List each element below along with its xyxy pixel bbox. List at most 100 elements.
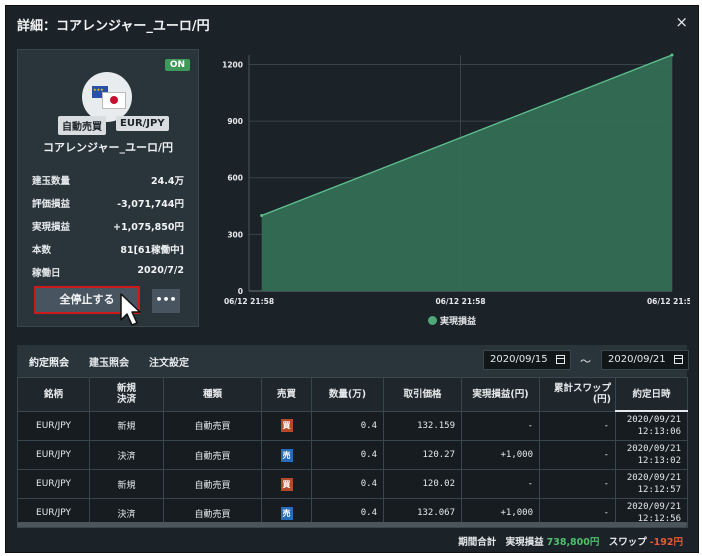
exec-time: 12:13:06 bbox=[637, 427, 681, 437]
cell-realized-pl: +1,000 bbox=[461, 440, 540, 470]
tab-bar: 約定照会 建玉照会 注文設定 2020/09/15 ～ 2020/09/21 bbox=[17, 345, 689, 377]
swap-total-value: -192円 bbox=[649, 537, 683, 548]
info-label: 評価損益 bbox=[32, 199, 71, 210]
auto-trade-tag: 自動売買 bbox=[58, 116, 106, 135]
y-tick-label: 1200 bbox=[222, 60, 243, 69]
cell-type: 自動売買 bbox=[163, 410, 262, 441]
cell-quantity: 0.4 bbox=[311, 469, 384, 499]
strategy-name: コアレンジャー_ユーロ/円 bbox=[43, 141, 173, 154]
cell-datetime: 2020/09/21 12:13:06 bbox=[615, 410, 688, 441]
y-tick-label: 300 bbox=[227, 230, 243, 239]
side-badge: 買 bbox=[280, 419, 293, 433]
cell-type: 自動売買 bbox=[163, 440, 262, 470]
close-icon[interactable]: × bbox=[675, 13, 688, 31]
info-value: 24.4万 bbox=[151, 176, 184, 187]
cell-open-close: 決済 bbox=[89, 440, 164, 470]
exec-time: 12:13:02 bbox=[637, 456, 681, 466]
calendar-icon[interactable] bbox=[674, 355, 683, 364]
swap-total-label: スワップ bbox=[608, 537, 647, 548]
dialog-title: 詳細：コアレンジャー_ユーロ/円 bbox=[17, 19, 210, 34]
column-header: 売買 bbox=[261, 377, 312, 412]
x-tick-label: 06/12 21:58 bbox=[435, 297, 485, 306]
strategy-card: ON 自動売買 EUR/JPY コアレンジャー_ユーロ/円 建玉数量 24.4万… bbox=[17, 49, 199, 327]
cell-symbol: EUR/JPY bbox=[17, 469, 90, 499]
exec-date: 2020/09/21 bbox=[626, 444, 681, 454]
chart-legend: 実現損益 bbox=[428, 314, 476, 327]
cell-side: 買 bbox=[261, 469, 312, 499]
cell-realized-pl: - bbox=[461, 469, 540, 499]
info-value: 2020/7/2 bbox=[137, 265, 184, 276]
date-from-field[interactable]: 2020/09/15 bbox=[483, 350, 571, 370]
tab-executions[interactable]: 約定照会 bbox=[29, 354, 69, 369]
table-header-row: 銘柄 新規 決済 種類 売買 数量(万) 取引価格 実現損益(円) 累計スワップ… bbox=[17, 377, 688, 412]
cell-swap: - bbox=[539, 440, 616, 470]
cell-price: 120.27 bbox=[383, 440, 462, 470]
side-badge: 売 bbox=[280, 448, 293, 462]
column-header: 数量(万) bbox=[311, 377, 384, 412]
tab-positions[interactable]: 建玉照会 bbox=[89, 354, 129, 369]
data-point bbox=[260, 213, 264, 217]
cell-symbol: EUR/JPY bbox=[17, 410, 90, 441]
exec-date: 2020/09/21 bbox=[626, 415, 681, 425]
column-header: 種類 bbox=[163, 377, 262, 412]
x-tick-label: 06/12 21:58 bbox=[224, 297, 274, 306]
cell-type: 自動売買 bbox=[163, 469, 262, 499]
cell-swap: - bbox=[539, 469, 616, 499]
y-tick-label: 0 bbox=[238, 287, 243, 296]
info-label: 稼働日 bbox=[32, 268, 61, 279]
y-tick-label: 600 bbox=[227, 174, 243, 183]
cell-side: 売 bbox=[261, 440, 312, 470]
cell-datetime: 2020/09/21 12:13:02 bbox=[615, 440, 688, 470]
cell-quantity: 0.4 bbox=[311, 440, 384, 470]
period-totals: 期間合計 実現損益 738,800円 スワップ -192円 bbox=[452, 534, 683, 548]
cell-datetime: 2020/09/21 12:12:57 bbox=[615, 469, 688, 499]
date-to-field[interactable]: 2020/09/21 bbox=[601, 350, 689, 370]
info-value: 81[61稼働中] bbox=[120, 245, 184, 256]
column-header: 累計スワップ (円) bbox=[539, 377, 616, 412]
data-point bbox=[670, 53, 674, 57]
tab-order-settings[interactable]: 注文設定 bbox=[149, 354, 189, 369]
date-range-separator: ～ bbox=[580, 355, 591, 368]
info-value: -3,071,744円 bbox=[117, 199, 184, 210]
area-fill bbox=[261, 55, 672, 291]
cell-price: 132.159 bbox=[383, 410, 462, 441]
column-header[interactable]: 約定日時 bbox=[615, 377, 688, 412]
column-header: 銘柄 bbox=[17, 377, 90, 412]
realized-pl-chart: 0 300 600 900 1200 06/12 21:58 06/12 21:58 06/1… bbox=[222, 53, 690, 306]
japan-flag-icon bbox=[102, 92, 126, 109]
date-to-value: 2020/09/21 bbox=[608, 354, 666, 365]
date-from-value: 2020/09/15 bbox=[490, 354, 548, 365]
y-tick-label: 900 bbox=[227, 117, 243, 126]
exec-time: 12:12:57 bbox=[637, 485, 681, 495]
legend-label: 実現損益 bbox=[440, 317, 477, 327]
currency-pair-flag-icon bbox=[82, 72, 132, 122]
side-badge: 売 bbox=[280, 506, 293, 520]
info-value: +1,075,850円 bbox=[113, 222, 184, 233]
calendar-icon[interactable] bbox=[556, 355, 565, 364]
info-label: 本数 bbox=[32, 245, 52, 256]
cell-open-close: 新規 bbox=[89, 469, 164, 499]
cell-realized-pl: - bbox=[461, 410, 540, 441]
executions-table: 銘柄 新規 決済 種類 売買 数量(万) 取引価格 実現損益(円) 累計スワップ… bbox=[17, 377, 688, 528]
x-tick-label: 06/12 21:59 bbox=[647, 297, 690, 306]
info-label: 建玉数量 bbox=[32, 176, 71, 187]
table-row[interactable]: EUR/JPY 決済 自動売買 売 0.4 120.27 +1,000-2020/09/21… bbox=[17, 440, 688, 470]
realized-total-label: 実現損益 bbox=[505, 537, 544, 548]
column-header: 実現損益(円) bbox=[461, 377, 540, 412]
cell-side: 買 bbox=[261, 410, 312, 441]
mouse-pointer-icon bbox=[120, 293, 141, 326]
detail-dialog: 詳細：コアレンジャー_ユーロ/円 × ON 自動売買 EUR/JPY コアレンジ… bbox=[5, 5, 699, 553]
table-row[interactable]: EUR/JPY 新規 自動売買買 0.4 132.159- -2020/09/21 12:1… bbox=[17, 410, 688, 441]
cell-symbol: EUR/JPY bbox=[17, 440, 90, 470]
cell-swap: - bbox=[539, 410, 616, 441]
pair-tag: EUR/JPY bbox=[116, 116, 169, 131]
more-options-button[interactable]: ••• bbox=[152, 289, 180, 313]
cell-price: 120.02 bbox=[383, 469, 462, 499]
column-header: 取引価格 bbox=[383, 377, 462, 412]
table-row[interactable]: EUR/JPY 新規 自動売買買 0.4 120.02- -2020/09/21 12:12… bbox=[17, 469, 688, 499]
status-badge: ON bbox=[164, 59, 190, 71]
cell-quantity: 0.4 bbox=[311, 410, 384, 441]
cell-open-close: 新規 bbox=[89, 410, 164, 441]
info-label: 実現損益 bbox=[32, 222, 71, 233]
horizontal-scrollbar[interactable] bbox=[17, 522, 687, 527]
